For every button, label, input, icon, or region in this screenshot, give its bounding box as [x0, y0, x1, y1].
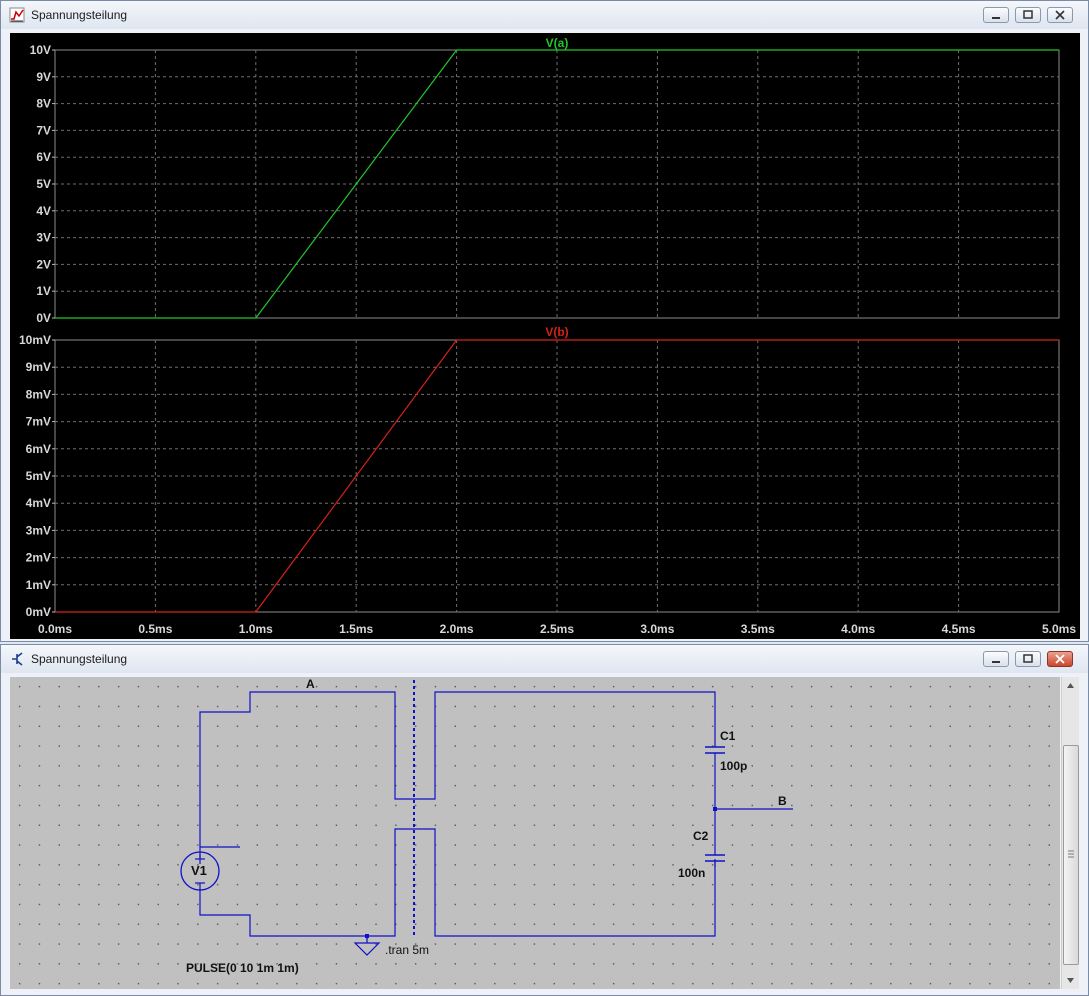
y-tick-label: 9mV [26, 360, 51, 374]
plot-titlebar[interactable]: Spannungsteilung [1, 1, 1088, 29]
schematic-canvas[interactable]: A B V1 PULSE(0 10 1m 1m) C1 100p C2 100n… [10, 677, 1060, 989]
x-tick-label: 0.0ms [38, 622, 72, 636]
x-tick-label: 2.5ms [540, 622, 574, 636]
y-tick-label: 8mV [26, 387, 51, 401]
x-tick-label: 3.5ms [741, 622, 775, 636]
waveform-icon [9, 7, 25, 23]
y-tick-label: 10V [30, 43, 51, 57]
plot-window-title: Spannungsteilung [31, 8, 128, 22]
schematic-scrollbar[interactable] [1061, 677, 1079, 989]
y-tick-label: 4V [36, 204, 51, 218]
y-tick-label: 7V [36, 123, 51, 137]
y-tick-label: 2mV [26, 551, 51, 565]
y-tick-label: 9V [36, 70, 51, 84]
y-tick-label: 8V [36, 97, 51, 111]
y-tick-label: 0V [36, 311, 51, 325]
x-tick-label: 2.0ms [440, 622, 474, 636]
schematic-restore-button[interactable] [1015, 651, 1041, 667]
v1-name[interactable]: V1 [191, 863, 207, 878]
y-tick-label: 6mV [26, 442, 51, 456]
ground-junction-dot [365, 934, 369, 938]
y-tick-label: 2V [36, 257, 51, 271]
x-tick-label: 1.0ms [239, 622, 273, 636]
plot-minimize-button[interactable] [983, 7, 1009, 23]
y-tick-label: 6V [36, 150, 51, 164]
plot-window: Spannungsteilung 0V 1V 2V 3V 4V 5V 6V 7V 8V 9V 10V… [0, 0, 1089, 642]
schematic-window-title: Spannungsteilung [31, 652, 128, 666]
y-tick-label: 4mV [26, 496, 51, 510]
y-tick-label: 10mV [19, 333, 51, 347]
net-label-a[interactable]: A [306, 677, 315, 691]
x-tick-label: 3.0ms [640, 622, 674, 636]
trace-label-v-a[interactable]: V(a) [546, 36, 569, 50]
y-tick-label: 0mV [26, 605, 51, 619]
plot-close-button[interactable] [1047, 7, 1073, 23]
junction-dot [713, 807, 717, 811]
y-tick-label: 1V [36, 284, 51, 298]
plot-restore-button[interactable] [1015, 7, 1041, 23]
y-tick-label: 5mV [26, 469, 51, 483]
y-tick-label: 3mV [26, 523, 51, 537]
net-label-b[interactable]: B [778, 794, 787, 808]
schematic-titlebar[interactable]: Spannungsteilung [1, 645, 1088, 673]
schematic-minimize-button[interactable] [983, 651, 1009, 667]
scroll-down-arrow[interactable] [1062, 972, 1079, 989]
scroll-up-arrow[interactable] [1062, 677, 1079, 694]
x-tick-label: 4.0ms [841, 622, 875, 636]
x-tick-label: 4.5ms [942, 622, 976, 636]
schematic-icon [12, 652, 23, 666]
tran-directive[interactable]: .tran 5m [385, 943, 429, 957]
x-tick-label: 1.5ms [339, 622, 373, 636]
trace-label-v-b[interactable]: V(b) [545, 325, 568, 339]
scroll-thumb[interactable] [1063, 745, 1079, 965]
y-tick-label: 7mV [26, 415, 51, 429]
schematic-window: Spannungsteilung A B V1 PULSE(0 10 1m 1m… [0, 644, 1089, 996]
v1-value[interactable]: PULSE(0 10 1m 1m) [186, 961, 299, 975]
plot-area[interactable]: 0V 1V 2V 3V 4V 5V 6V 7V 8V 9V 10V 0mV 1mV 2mV 3mV 4mV 5… [10, 33, 1080, 639]
schematic-close-button[interactable] [1047, 651, 1073, 667]
c1-value[interactable]: 100p [720, 759, 747, 773]
x-tick-label: 0.5ms [138, 622, 172, 636]
y-tick-label: 5V [36, 177, 51, 191]
c2-value[interactable]: 100n [678, 866, 705, 880]
y-tick-label: 1mV [26, 578, 51, 592]
x-tick-label: 5.0ms [1042, 622, 1076, 636]
c1-name[interactable]: C1 [720, 729, 736, 743]
y-tick-label: 3V [36, 231, 51, 245]
c2-name[interactable]: C2 [693, 829, 709, 843]
